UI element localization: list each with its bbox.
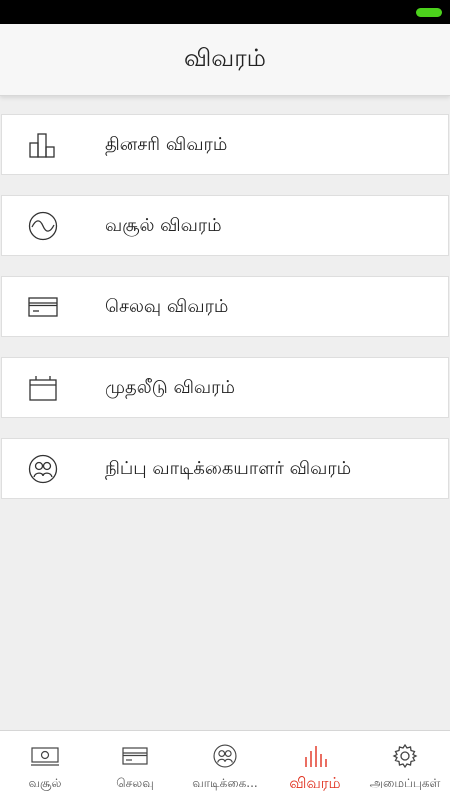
tab-label: செலவு [116, 776, 154, 790]
report-icon [300, 743, 330, 769]
list-item-label: தினசரி விவரம் [105, 134, 228, 155]
card-icon [26, 290, 60, 324]
customers-icon [210, 743, 240, 769]
bar-chart-icon [26, 128, 60, 162]
list-item-expense-report[interactable]: செலவு விவரம் [1, 276, 449, 337]
tab-label: வாடிக்கை... [192, 776, 258, 790]
tab-customers[interactable]: வாடிக்கை... [180, 731, 270, 801]
tab-expense[interactable]: செலவு [90, 731, 180, 801]
list-item-collection-report[interactable]: வசூல் விவரம் [1, 195, 449, 256]
app-header: விவரம் [0, 24, 450, 96]
list-item-investment-report[interactable]: முதலீடு விவரம் [1, 357, 449, 418]
cash-icon [30, 743, 60, 769]
list-item-label: வசூல் விவரம் [105, 215, 222, 236]
battery-icon [416, 8, 442, 17]
list-item-label: செலவு விவரம் [105, 296, 229, 317]
briefcase-icon [26, 371, 60, 405]
wave-circle-icon [26, 209, 60, 243]
list-item-daily-report[interactable]: தினசரி விவரம் [1, 114, 449, 175]
list-item-label: நிப்பு வாடிக்கையாளர் விவரம் [105, 458, 352, 479]
tab-settings[interactable]: அமைப்புகள் [360, 731, 450, 801]
list-item-customer-report[interactable]: நிப்பு வாடிக்கையாளர் விவரம் [1, 438, 449, 499]
bottom-tab-bar: வசூல் செலவு வாடிக்கை... விவரம் அமைப்புகள… [0, 730, 450, 801]
tab-label: அமைப்புகள் [369, 776, 441, 790]
customers-icon [26, 452, 60, 486]
page-title: விவரம் [184, 44, 266, 72]
tab-label: விவரம் [289, 774, 341, 792]
status-bar [0, 0, 450, 24]
gear-icon [390, 743, 420, 769]
tab-reports[interactable]: விவரம் [270, 731, 360, 801]
report-list: தினசரி விவரம் வசூல் விவரம் செலவு விவரம் [0, 114, 450, 519]
tab-label: வசூல் [28, 776, 62, 790]
tab-collection[interactable]: வசூல் [0, 731, 90, 801]
list-item-label: முதலீடு விவரம் [105, 377, 235, 398]
card-icon [120, 743, 150, 769]
